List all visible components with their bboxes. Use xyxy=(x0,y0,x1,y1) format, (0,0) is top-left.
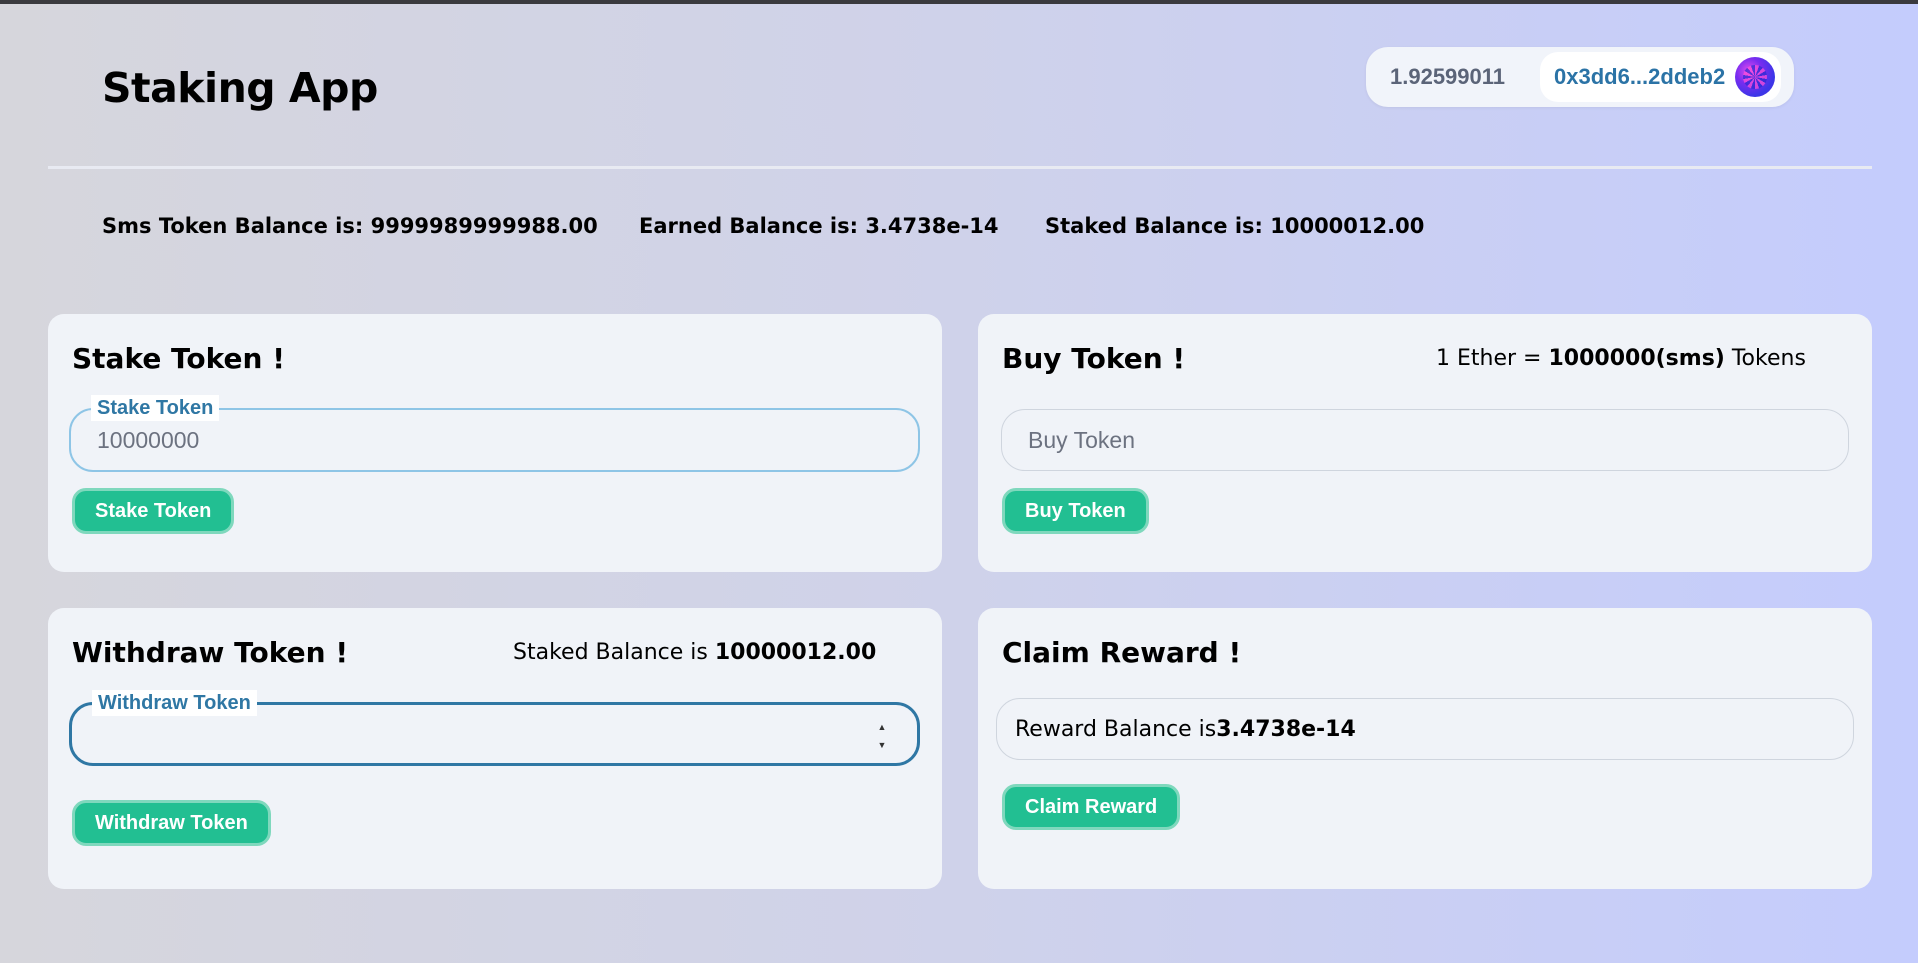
buy-token-input[interactable] xyxy=(1002,410,1848,470)
withdraw-staked-prefix: Staked Balance is xyxy=(513,640,715,665)
account-avatar-icon xyxy=(1735,57,1776,97)
withdraw-field-label: Withdraw Token xyxy=(92,690,257,716)
staked-balance: Staked Balance is: 10000012.00 xyxy=(1045,214,1425,238)
number-stepper[interactable]: ▲ ▼ xyxy=(875,721,889,751)
exchange-rate-suffix: Tokens xyxy=(1724,346,1806,371)
withdraw-token-card: Withdraw Token ! Staked Balance is 10000… xyxy=(48,608,942,889)
claim-reward-button[interactable]: Claim Reward xyxy=(1002,784,1181,830)
claim-reward-card: Claim Reward ! Reward Balance is 3.4738e… xyxy=(978,608,1872,889)
reward-balance-box: Reward Balance is 3.4738e-14 xyxy=(996,698,1854,760)
wallet-eth-balance: 1.92599011 xyxy=(1390,64,1506,89)
reward-balance-value: 3.4738e-14 xyxy=(1216,716,1356,742)
withdraw-card-title: Withdraw Token ! xyxy=(72,636,349,669)
exchange-rate-value: 1000000(sms) xyxy=(1548,346,1725,371)
window-top-strip xyxy=(0,0,1918,4)
wallet-connect-widget[interactable]: 1.92599011 0x3dd6...2ddeb2 xyxy=(1366,47,1794,107)
stake-card-title: Stake Token ! xyxy=(72,342,285,375)
stepper-down-icon[interactable]: ▼ xyxy=(878,739,887,751)
buy-card-title: Buy Token ! xyxy=(1002,342,1186,375)
claim-card-title: Claim Reward ! xyxy=(1002,636,1242,669)
app-title: Staking App xyxy=(102,64,378,112)
stepper-up-icon[interactable]: ▲ xyxy=(878,721,887,733)
withdraw-staked-value: 10000012.00 xyxy=(714,640,877,665)
withdraw-token-field[interactable]: Withdraw Token ▲ ▼ xyxy=(69,690,920,766)
stake-field-label: Stake Token xyxy=(91,395,220,421)
wallet-address: 0x3dd6...2ddeb2 xyxy=(1554,64,1726,89)
earned-balance: Earned Balance is: 3.4738e-14 xyxy=(639,214,999,238)
buy-token-button[interactable]: Buy Token xyxy=(1002,488,1149,534)
stake-token-card: Stake Token ! Stake Token Stake Token xyxy=(48,314,942,572)
stake-token-field[interactable]: Stake Token xyxy=(69,395,920,472)
withdraw-staked-info: Staked Balance is 10000012.00 xyxy=(513,640,876,665)
header-divider xyxy=(48,166,1872,169)
sms-token-balance: Sms Token Balance is: 9999989999988.00 xyxy=(102,214,598,238)
wallet-account-button[interactable]: 0x3dd6...2ddeb2 xyxy=(1540,52,1782,102)
buy-token-field[interactable] xyxy=(1001,409,1849,471)
exchange-rate: 1 Ether = 1000000(sms) Tokens xyxy=(1436,346,1806,371)
reward-balance-prefix: Reward Balance is xyxy=(1015,716,1217,742)
exchange-rate-prefix: 1 Ether = xyxy=(1436,346,1549,371)
stake-token-button[interactable]: Stake Token xyxy=(72,488,235,534)
buy-token-card: Buy Token ! 1 Ether = 1000000(sms) Token… xyxy=(978,314,1872,572)
balance-stats: Sms Token Balance is: 9999989999988.00 E… xyxy=(0,214,1918,242)
withdraw-token-button[interactable]: Withdraw Token xyxy=(72,800,271,846)
